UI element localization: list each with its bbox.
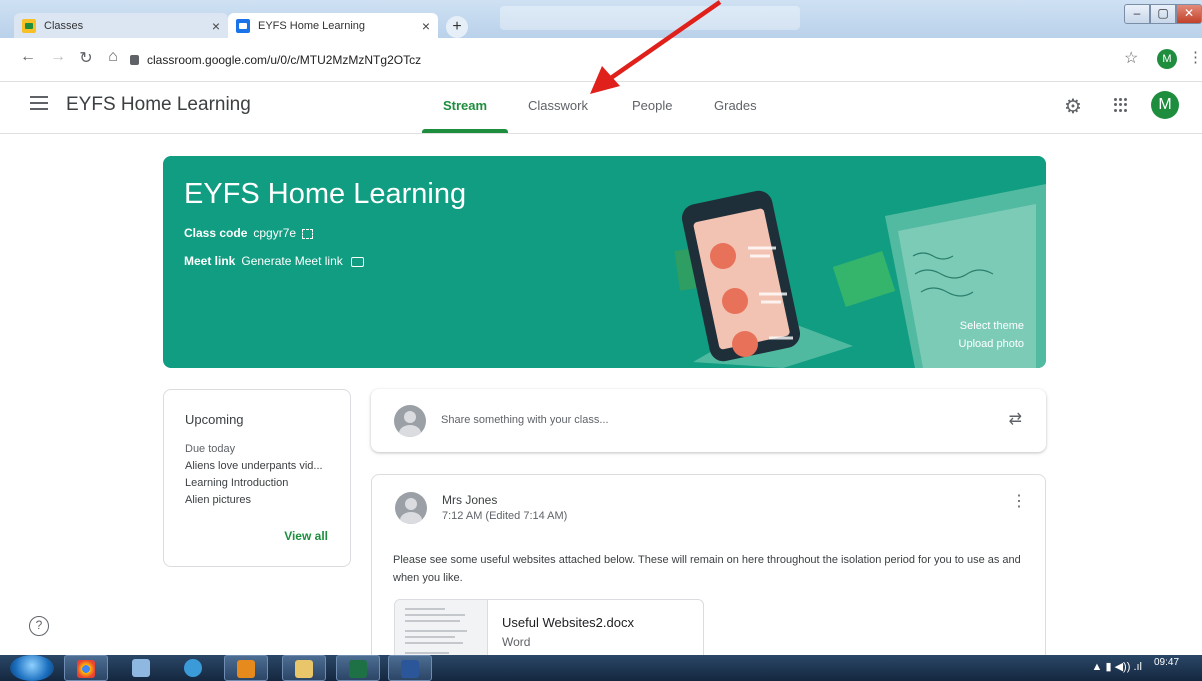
attachment-name: Useful Websites2.docx: [502, 615, 634, 630]
post-body: Please see some useful websites attached…: [393, 554, 1021, 584]
forward-arrow-icon[interactable]: →: [48, 48, 68, 66]
post-author: Mrs Jones: [442, 493, 498, 507]
account-avatar[interactable]: M: [1151, 91, 1179, 119]
tab-people[interactable]: People: [632, 98, 672, 113]
class-code-label: Class code: [184, 226, 248, 240]
author-avatar: [395, 492, 427, 524]
settings-gear-icon[interactable]: ⚙: [1064, 94, 1082, 119]
class-code-row: Class code cpgyr7e: [184, 226, 314, 240]
tab-label: EYFS Home Learning: [258, 19, 365, 32]
class-banner: EYFS Home Learning Class code cpgyr7e Mee…: [163, 156, 1046, 368]
class-title[interactable]: EYFS Home Learning: [66, 94, 251, 116]
browser-menu-icon[interactable]: ⋮: [1188, 48, 1202, 66]
stream-post: Mrs Jones 7:12 AM (Edited 7:14 AM) ⋮ Ple…: [371, 474, 1046, 681]
tab-classes[interactable]: Classes ×: [14, 13, 228, 38]
system-tray-icons[interactable]: ▲ ▮ ◀)) .ıl: [1092, 660, 1142, 673]
tab-eyfs-home-learning[interactable]: EYFS Home Learning ×: [228, 13, 438, 38]
minimize-button[interactable]: –: [1124, 4, 1150, 24]
browser-profile-avatar[interactable]: M: [1157, 49, 1177, 69]
select-theme-link[interactable]: Select theme: [960, 320, 1024, 332]
video-camera-icon[interactable]: [350, 256, 364, 267]
annotation-arrow: [590, 0, 722, 94]
home-icon[interactable]: ⌂: [103, 48, 123, 66]
back-arrow-icon[interactable]: ←: [18, 48, 38, 66]
share-composer[interactable]: Share something with your class... ⇄: [371, 389, 1046, 452]
user-avatar: [394, 405, 426, 437]
google-apps-icon[interactable]: [1114, 98, 1128, 112]
upcoming-item[interactable]: Learning Introduction: [185, 475, 329, 492]
more-options-icon[interactable]: ⋮: [1011, 494, 1027, 510]
start-button[interactable]: [10, 655, 54, 681]
outlook-taskbar-icon[interactable]: [224, 655, 268, 681]
active-tab-indicator: [422, 129, 508, 133]
generate-meet-link[interactable]: Generate Meet link: [241, 254, 342, 268]
classroom-favicon-icon: [236, 18, 250, 33]
tab-close-icon[interactable]: ×: [422, 18, 430, 34]
due-today-label: Due today: [185, 443, 236, 455]
upcoming-title: Upcoming: [185, 412, 244, 427]
view-all-link[interactable]: View all: [284, 529, 328, 543]
browser-taskbar-icon[interactable]: [172, 655, 216, 681]
fullscreen-icon[interactable]: [302, 228, 314, 239]
reload-icon[interactable]: ↻: [76, 48, 96, 68]
attachment-type: Word: [502, 635, 531, 649]
bookmark-star-icon[interactable]: ☆: [1124, 48, 1138, 68]
tab-close-icon[interactable]: ×: [212, 18, 220, 34]
class-code-value: cpgyr7e: [253, 226, 297, 240]
meet-link-row: Meet link Generate Meet link: [184, 254, 364, 268]
tab-stream[interactable]: Stream: [443, 98, 487, 113]
tab-label: Classes: [44, 19, 84, 32]
banner-title: EYFS Home Learning: [184, 178, 467, 210]
taskbar-clock[interactable]: 09:47: [1154, 657, 1179, 668]
upcoming-item[interactable]: Aliens love underpants vid...: [185, 458, 329, 475]
help-icon[interactable]: ?: [29, 616, 49, 636]
meet-link-label: Meet link: [184, 254, 236, 268]
classroom-favicon-icon: [22, 18, 36, 33]
main-menu-icon[interactable]: [30, 96, 48, 110]
upload-photo-link[interactable]: Upload photo: [959, 338, 1024, 350]
share-placeholder[interactable]: Share something with your class...: [441, 414, 609, 426]
lock-icon: [130, 55, 139, 65]
windows-taskbar: ▲ ▮ ◀)) .ıl 09:47: [0, 655, 1202, 681]
chrome-taskbar-icon[interactable]: [64, 655, 108, 681]
word-taskbar-icon[interactable]: [388, 655, 432, 681]
maximize-button[interactable]: ▢: [1150, 4, 1176, 24]
pen-taskbar-icon[interactable]: [120, 655, 164, 681]
url-text: classroom.google.com/u/0/c/MTU2MzMzNTg2O…: [147, 53, 422, 67]
close-window-button[interactable]: ✕: [1176, 4, 1202, 24]
excel-taskbar-icon[interactable]: [336, 655, 380, 681]
new-tab-button[interactable]: +: [446, 16, 468, 38]
upcoming-card: Upcoming Due today Aliens love underpant…: [163, 389, 351, 567]
folder-taskbar-icon[interactable]: [282, 655, 326, 681]
reuse-post-icon[interactable]: ⇄: [1009, 409, 1022, 429]
tab-classwork[interactable]: Classwork: [528, 98, 588, 113]
banner-illustration: [674, 184, 1046, 368]
post-timestamp: 7:12 AM (Edited 7:14 AM): [442, 510, 568, 522]
tab-grades[interactable]: Grades: [714, 98, 757, 113]
upcoming-item[interactable]: Alien pictures: [185, 492, 329, 509]
